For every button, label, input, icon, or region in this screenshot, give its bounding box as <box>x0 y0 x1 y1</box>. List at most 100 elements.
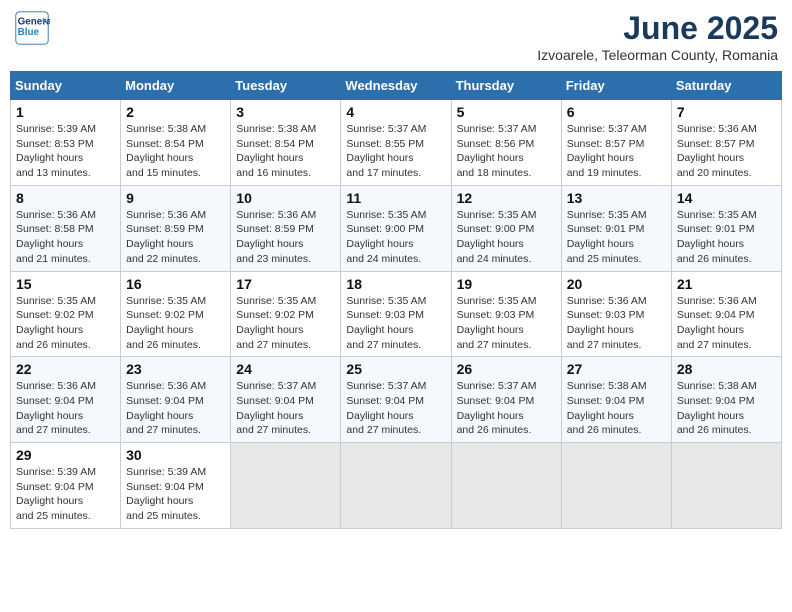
day-info: Sunrise: 5:36 AM Sunset: 9:04 PM Dayligh… <box>16 379 115 438</box>
calendar-week-row: 22 Sunrise: 5:36 AM Sunset: 9:04 PM Dayl… <box>11 357 782 443</box>
col-tuesday: Tuesday <box>231 72 341 100</box>
day-number: 11 <box>346 190 445 206</box>
calendar-week-row: 15 Sunrise: 5:35 AM Sunset: 9:02 PM Dayl… <box>11 271 782 357</box>
day-number: 7 <box>677 104 776 120</box>
day-info: Sunrise: 5:35 AM Sunset: 9:00 PM Dayligh… <box>346 208 445 267</box>
logo-icon: General Blue <box>14 10 50 46</box>
calendar-day-cell: 23 Sunrise: 5:36 AM Sunset: 9:04 PM Dayl… <box>121 357 231 443</box>
calendar-day-cell: 3 Sunrise: 5:38 AM Sunset: 8:54 PM Dayli… <box>231 100 341 186</box>
page-header: General Blue June 2025 Izvoarele, Teleor… <box>10 10 782 63</box>
calendar-day-cell: 11 Sunrise: 5:35 AM Sunset: 9:00 PM Dayl… <box>341 185 451 271</box>
day-number: 22 <box>16 361 115 377</box>
calendar-day-cell <box>671 443 781 529</box>
calendar-week-row: 1 Sunrise: 5:39 AM Sunset: 8:53 PM Dayli… <box>11 100 782 186</box>
day-info: Sunrise: 5:35 AM Sunset: 9:03 PM Dayligh… <box>346 294 445 353</box>
day-info: Sunrise: 5:36 AM Sunset: 9:03 PM Dayligh… <box>567 294 666 353</box>
day-info: Sunrise: 5:39 AM Sunset: 9:04 PM Dayligh… <box>126 465 225 524</box>
day-number: 1 <box>16 104 115 120</box>
day-info: Sunrise: 5:37 AM Sunset: 9:04 PM Dayligh… <box>236 379 335 438</box>
calendar-day-cell <box>451 443 561 529</box>
calendar-day-cell <box>561 443 671 529</box>
day-number: 14 <box>677 190 776 206</box>
calendar: Sunday Monday Tuesday Wednesday Thursday… <box>10 71 782 529</box>
calendar-day-cell: 12 Sunrise: 5:35 AM Sunset: 9:00 PM Dayl… <box>451 185 561 271</box>
day-number: 15 <box>16 276 115 292</box>
location-title: Izvoarele, Teleorman County, Romania <box>537 47 778 63</box>
calendar-day-cell: 10 Sunrise: 5:36 AM Sunset: 8:59 PM Dayl… <box>231 185 341 271</box>
day-number: 21 <box>677 276 776 292</box>
calendar-day-cell <box>341 443 451 529</box>
day-info: Sunrise: 5:37 AM Sunset: 8:55 PM Dayligh… <box>346 122 445 181</box>
calendar-day-cell: 15 Sunrise: 5:35 AM Sunset: 9:02 PM Dayl… <box>11 271 121 357</box>
day-info: Sunrise: 5:36 AM Sunset: 8:59 PM Dayligh… <box>126 208 225 267</box>
day-info: Sunrise: 5:39 AM Sunset: 9:04 PM Dayligh… <box>16 465 115 524</box>
day-number: 28 <box>677 361 776 377</box>
day-info: Sunrise: 5:35 AM Sunset: 9:00 PM Dayligh… <box>457 208 556 267</box>
calendar-day-cell: 16 Sunrise: 5:35 AM Sunset: 9:02 PM Dayl… <box>121 271 231 357</box>
day-number: 19 <box>457 276 556 292</box>
calendar-day-cell: 22 Sunrise: 5:36 AM Sunset: 9:04 PM Dayl… <box>11 357 121 443</box>
day-info: Sunrise: 5:35 AM Sunset: 9:02 PM Dayligh… <box>16 294 115 353</box>
day-info: Sunrise: 5:35 AM Sunset: 9:02 PM Dayligh… <box>126 294 225 353</box>
day-info: Sunrise: 5:35 AM Sunset: 9:01 PM Dayligh… <box>677 208 776 267</box>
day-info: Sunrise: 5:36 AM Sunset: 9:04 PM Dayligh… <box>126 379 225 438</box>
calendar-day-cell: 19 Sunrise: 5:35 AM Sunset: 9:03 PM Dayl… <box>451 271 561 357</box>
day-info: Sunrise: 5:36 AM Sunset: 9:04 PM Dayligh… <box>677 294 776 353</box>
calendar-day-cell: 26 Sunrise: 5:37 AM Sunset: 9:04 PM Dayl… <box>451 357 561 443</box>
day-number: 8 <box>16 190 115 206</box>
calendar-day-cell: 4 Sunrise: 5:37 AM Sunset: 8:55 PM Dayli… <box>341 100 451 186</box>
logo: General Blue <box>14 10 50 46</box>
col-wednesday: Wednesday <box>341 72 451 100</box>
day-number: 24 <box>236 361 335 377</box>
day-number: 3 <box>236 104 335 120</box>
col-sunday: Sunday <box>11 72 121 100</box>
day-info: Sunrise: 5:37 AM Sunset: 8:56 PM Dayligh… <box>457 122 556 181</box>
day-info: Sunrise: 5:39 AM Sunset: 8:53 PM Dayligh… <box>16 122 115 181</box>
day-info: Sunrise: 5:35 AM Sunset: 9:01 PM Dayligh… <box>567 208 666 267</box>
calendar-week-row: 29 Sunrise: 5:39 AM Sunset: 9:04 PM Dayl… <box>11 443 782 529</box>
calendar-day-cell: 8 Sunrise: 5:36 AM Sunset: 8:58 PM Dayli… <box>11 185 121 271</box>
day-number: 6 <box>567 104 666 120</box>
calendar-day-cell: 29 Sunrise: 5:39 AM Sunset: 9:04 PM Dayl… <box>11 443 121 529</box>
day-info: Sunrise: 5:38 AM Sunset: 9:04 PM Dayligh… <box>567 379 666 438</box>
day-number: 29 <box>16 447 115 463</box>
day-number: 25 <box>346 361 445 377</box>
calendar-day-cell: 14 Sunrise: 5:35 AM Sunset: 9:01 PM Dayl… <box>671 185 781 271</box>
day-number: 16 <box>126 276 225 292</box>
day-info: Sunrise: 5:37 AM Sunset: 8:57 PM Dayligh… <box>567 122 666 181</box>
day-number: 2 <box>126 104 225 120</box>
day-info: Sunrise: 5:36 AM Sunset: 8:57 PM Dayligh… <box>677 122 776 181</box>
day-info: Sunrise: 5:35 AM Sunset: 9:03 PM Dayligh… <box>457 294 556 353</box>
calendar-day-cell: 7 Sunrise: 5:36 AM Sunset: 8:57 PM Dayli… <box>671 100 781 186</box>
day-info: Sunrise: 5:37 AM Sunset: 9:04 PM Dayligh… <box>346 379 445 438</box>
day-number: 13 <box>567 190 666 206</box>
calendar-day-cell: 5 Sunrise: 5:37 AM Sunset: 8:56 PM Dayli… <box>451 100 561 186</box>
month-title: June 2025 <box>537 10 778 47</box>
calendar-day-cell: 17 Sunrise: 5:35 AM Sunset: 9:02 PM Dayl… <box>231 271 341 357</box>
day-number: 20 <box>567 276 666 292</box>
day-number: 18 <box>346 276 445 292</box>
day-number: 12 <box>457 190 556 206</box>
day-number: 30 <box>126 447 225 463</box>
calendar-week-row: 8 Sunrise: 5:36 AM Sunset: 8:58 PM Dayli… <box>11 185 782 271</box>
col-friday: Friday <box>561 72 671 100</box>
calendar-header-row: Sunday Monday Tuesday Wednesday Thursday… <box>11 72 782 100</box>
calendar-day-cell: 28 Sunrise: 5:38 AM Sunset: 9:04 PM Dayl… <box>671 357 781 443</box>
day-info: Sunrise: 5:38 AM Sunset: 9:04 PM Dayligh… <box>677 379 776 438</box>
day-number: 17 <box>236 276 335 292</box>
day-number: 26 <box>457 361 556 377</box>
svg-text:Blue: Blue <box>18 27 40 38</box>
calendar-day-cell: 18 Sunrise: 5:35 AM Sunset: 9:03 PM Dayl… <box>341 271 451 357</box>
day-info: Sunrise: 5:36 AM Sunset: 8:59 PM Dayligh… <box>236 208 335 267</box>
day-number: 23 <box>126 361 225 377</box>
day-number: 9 <box>126 190 225 206</box>
day-info: Sunrise: 5:35 AM Sunset: 9:02 PM Dayligh… <box>236 294 335 353</box>
day-number: 5 <box>457 104 556 120</box>
calendar-day-cell: 25 Sunrise: 5:37 AM Sunset: 9:04 PM Dayl… <box>341 357 451 443</box>
day-info: Sunrise: 5:37 AM Sunset: 9:04 PM Dayligh… <box>457 379 556 438</box>
calendar-day-cell: 9 Sunrise: 5:36 AM Sunset: 8:59 PM Dayli… <box>121 185 231 271</box>
day-info: Sunrise: 5:36 AM Sunset: 8:58 PM Dayligh… <box>16 208 115 267</box>
calendar-day-cell: 30 Sunrise: 5:39 AM Sunset: 9:04 PM Dayl… <box>121 443 231 529</box>
calendar-day-cell: 21 Sunrise: 5:36 AM Sunset: 9:04 PM Dayl… <box>671 271 781 357</box>
calendar-day-cell: 24 Sunrise: 5:37 AM Sunset: 9:04 PM Dayl… <box>231 357 341 443</box>
